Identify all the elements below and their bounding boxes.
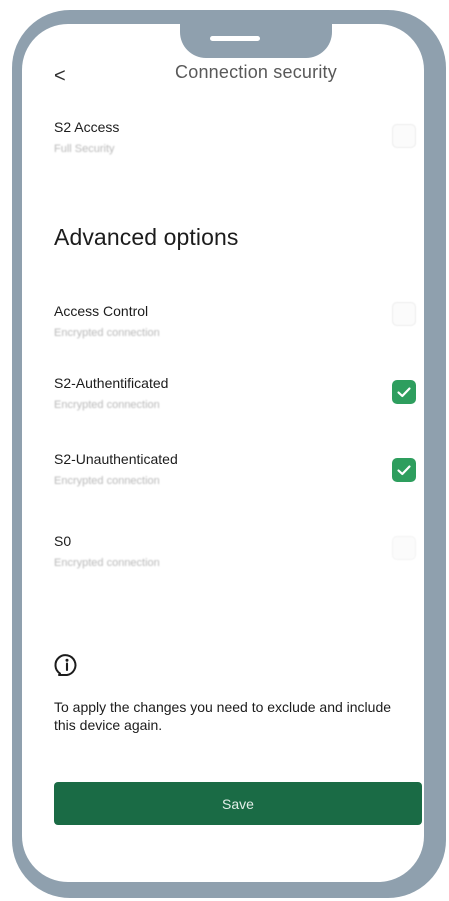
speaker-bar bbox=[210, 36, 260, 41]
option-sublabel: Encrypted connection bbox=[54, 327, 160, 339]
access-control-checkbox[interactable] bbox=[392, 302, 416, 326]
option-label: S2 Access bbox=[54, 119, 120, 135]
option-label: S2-Authentificated bbox=[54, 375, 169, 391]
s2-access-checkbox[interactable] bbox=[392, 124, 416, 148]
info-icon bbox=[54, 654, 77, 676]
option-label: S0 bbox=[54, 533, 72, 549]
option-row-access-control[interactable]: Access Control Encrypted connection bbox=[54, 302, 418, 340]
page-title: Connection security bbox=[175, 62, 337, 82]
option-row-s2-access[interactable]: S2 Access Full Security bbox=[54, 118, 418, 156]
option-row-s2-authentificated[interactable]: S2-Authentificated Encrypted connection bbox=[54, 374, 418, 412]
s2-authentificated-checkbox[interactable] bbox=[392, 380, 416, 404]
info-message: To apply the changes you need to exclude… bbox=[54, 699, 392, 733]
header: < Connection security bbox=[36, 60, 424, 92]
option-sublabel: Encrypted connection bbox=[54, 399, 160, 411]
option-row-s2-unauthenticated[interactable]: S2-Unauthenticated Encrypted connection bbox=[54, 450, 418, 488]
save-button[interactable]: Save bbox=[54, 782, 422, 825]
s0-checkbox[interactable] bbox=[392, 536, 416, 560]
option-sublabel: Encrypted connection bbox=[54, 557, 160, 569]
option-sublabel: Full Security bbox=[54, 143, 115, 155]
phone-notch bbox=[180, 10, 332, 58]
checkmark-icon bbox=[397, 465, 411, 476]
checkmark-icon bbox=[397, 387, 411, 398]
option-label: S2-Unauthenticated bbox=[54, 451, 178, 467]
option-sublabel: Encrypted connection bbox=[54, 475, 160, 487]
s2-unauthenticated-checkbox[interactable] bbox=[392, 458, 416, 482]
option-label: Access Control bbox=[54, 303, 149, 319]
section-title-advanced: Advanced options bbox=[54, 224, 239, 250]
option-row-s0[interactable]: S0 Encrypted connection bbox=[54, 532, 418, 570]
back-arrow-icon[interactable]: < bbox=[54, 64, 74, 88]
